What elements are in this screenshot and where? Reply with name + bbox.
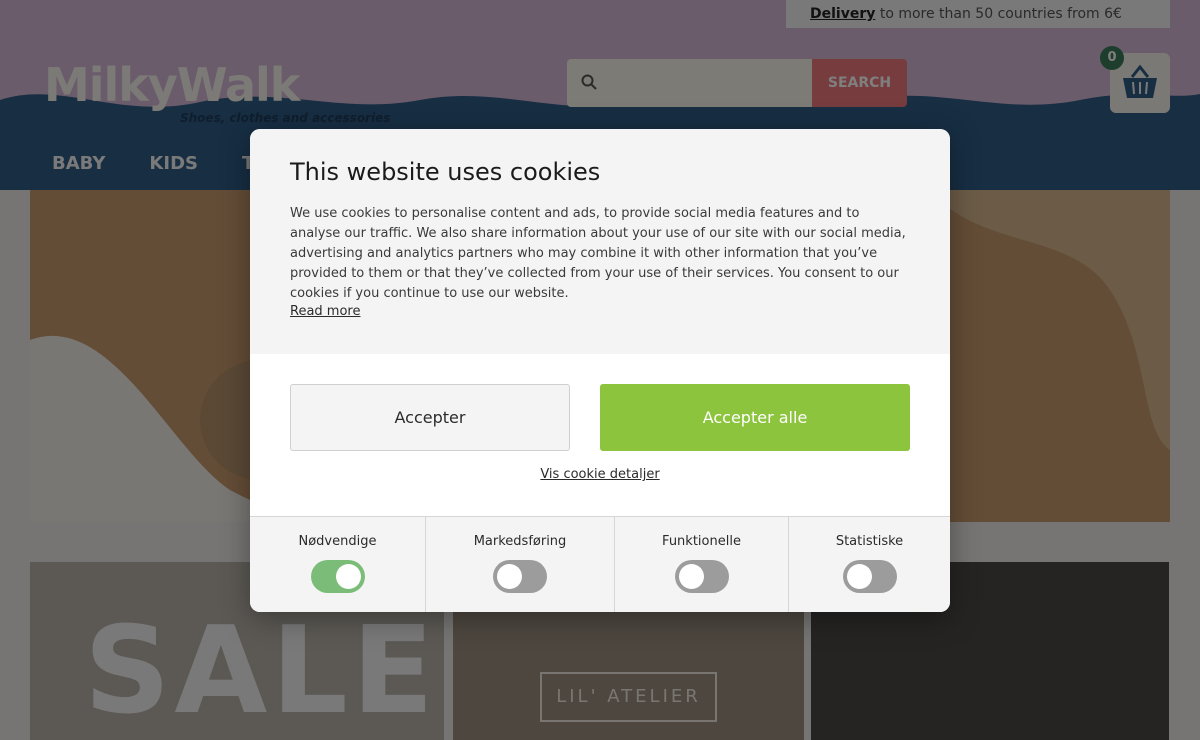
- cookie-details-row: Vis cookie detaljer: [250, 467, 950, 482]
- toggle-functional[interactable]: [675, 560, 729, 593]
- toggle-knob: [336, 564, 361, 589]
- category-statistics: Statistiske: [789, 517, 950, 612]
- cookie-dialog-title: This website uses cookies: [290, 158, 601, 186]
- toggle-knob: [847, 564, 872, 589]
- toggle-necessary[interactable]: [311, 560, 365, 593]
- category-marketing: Markedsføring: [426, 517, 615, 612]
- cookie-dialog-body: We use cookies to personalise content an…: [290, 206, 906, 301]
- category-label: Statistiske: [835, 534, 904, 549]
- cookie-category-toggles: Nødvendige Markedsføring Funktionelle St…: [250, 516, 950, 612]
- toggle-knob: [497, 564, 522, 589]
- cookie-dialog: This website uses cookies We use cookies…: [250, 129, 950, 612]
- category-label: Nødvendige: [298, 534, 377, 549]
- toggle-statistics[interactable]: [843, 560, 897, 593]
- accept-all-button[interactable]: Accepter alle: [600, 384, 910, 451]
- category-functional: Funktionelle: [615, 517, 789, 612]
- accept-button[interactable]: Accepter: [290, 384, 570, 451]
- toggle-marketing[interactable]: [493, 560, 547, 593]
- category-label: Funktionelle: [662, 534, 741, 549]
- category-label: Markedsføring: [473, 534, 567, 549]
- category-necessary: Nødvendige: [250, 517, 426, 612]
- cookie-details-link[interactable]: Vis cookie detaljer: [540, 467, 659, 482]
- toggle-knob: [679, 564, 704, 589]
- read-more-link[interactable]: Read more: [290, 304, 360, 319]
